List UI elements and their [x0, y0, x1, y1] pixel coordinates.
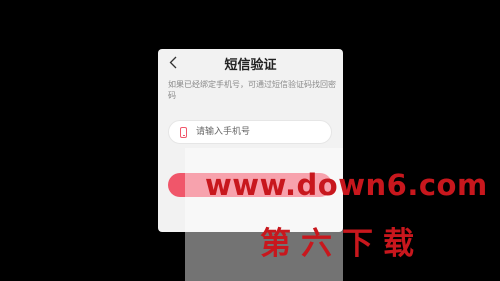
dialog-title: 短信验证	[224, 58, 277, 73]
phone-number-field[interactable]	[168, 120, 332, 144]
hint-text: 如果已经绑定手机号，可通过短信验证码找回密码	[168, 80, 336, 100]
watermark-url: www.down6.com	[205, 168, 488, 202]
mobile-phone-icon	[180, 127, 187, 138]
watermark-name: 第六下载	[260, 226, 424, 262]
phone-number-input[interactable]	[196, 124, 326, 140]
